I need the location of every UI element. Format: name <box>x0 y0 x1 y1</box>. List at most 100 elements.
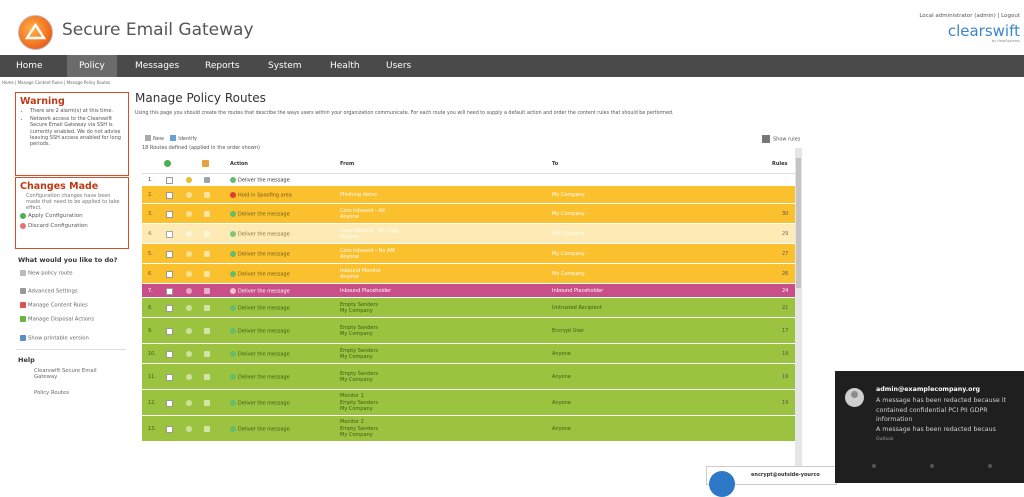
route-action[interactable]: Deliver the message <box>230 211 290 218</box>
new-policy-route-link[interactable]: New policy route <box>20 270 73 277</box>
nav-messages[interactable]: Messages <box>123 55 191 77</box>
route-action[interactable]: Deliver the message <box>230 271 290 278</box>
route-to[interactable]: Inbound Placeholder <box>552 288 603 294</box>
route-to[interactable]: Anyone <box>552 351 571 357</box>
row-checkbox[interactable] <box>166 231 173 238</box>
table-row[interactable]: 12. Deliver the message Monitor 1 Empty Se… <box>142 390 795 416</box>
route-action[interactable]: Deliver the message <box>230 177 290 184</box>
nav-users[interactable]: Users <box>374 55 423 77</box>
show-rules-checkbox[interactable] <box>762 135 770 143</box>
manage-content-rules-link[interactable]: Manage Content Rules <box>20 302 88 309</box>
table-row[interactable]: 13. Deliver the message Monitor 2 Empty Se… <box>142 416 795 442</box>
route-from[interactable]: Empty Senders My Company <box>340 302 378 315</box>
table-row[interactable]: 9. Deliver the message Empty Senders My Co… <box>142 318 795 344</box>
route-action[interactable]: Deliver the message <box>230 426 290 433</box>
row-number: 12. <box>148 400 156 406</box>
route-type-icon <box>204 328 210 334</box>
new-button[interactable]: New <box>145 135 164 142</box>
toast-notification[interactable]: admin@examplecompany.org A message has b… <box>835 371 1024 483</box>
route-from[interactable]: Phishing demo <box>340 192 377 199</box>
route-to[interactable]: Untrusted Recipient <box>552 305 602 311</box>
show-printable-version-link[interactable]: Show printable version <box>20 335 89 342</box>
row-checkbox[interactable] <box>166 305 173 312</box>
table-row[interactable]: 1. Deliver the message <box>142 174 795 186</box>
scrollbar-thumb[interactable] <box>796 158 801 288</box>
route-to[interactable]: My Company <box>552 251 585 257</box>
route-from[interactable]: Monitor 2 Empty Senders My Company <box>340 419 378 439</box>
route-from[interactable]: Core Inbound - All Copy Anyone <box>340 228 399 241</box>
nav-home[interactable]: Home <box>4 55 55 77</box>
route-action[interactable]: Deliver the message <box>230 288 290 295</box>
table-row[interactable]: 2. Hold in Spoofing area Phishing demo My C… <box>142 186 795 204</box>
route-action[interactable]: Deliver the message <box>230 374 290 381</box>
route-from[interactable]: Empty Senders My Company <box>340 325 378 338</box>
table-row[interactable]: 6. Deliver the message Inbound Monitor Any… <box>142 264 795 284</box>
table-row[interactable]: 4. Deliver the message Core Inbound - All … <box>142 224 795 244</box>
route-from[interactable]: Monitor 1 Empty Senders My Company <box>340 393 378 413</box>
row-checkbox[interactable] <box>166 177 173 184</box>
row-checkbox[interactable] <box>166 192 173 199</box>
nav-reports[interactable]: Reports <box>193 55 252 77</box>
show-rules-toggle[interactable]: Show rules <box>762 135 800 143</box>
table-row[interactable]: 5. Deliver the message Core Inbound - No A… <box>142 244 795 264</box>
route-status-icon <box>186 211 192 217</box>
row-checkbox[interactable] <box>166 374 173 381</box>
col-to[interactable]: To <box>552 161 558 167</box>
table-row[interactable]: 3. Deliver the message Core Inbound - All … <box>142 204 795 224</box>
row-checkbox[interactable] <box>166 328 173 335</box>
route-action[interactable]: Deliver the message <box>230 351 290 358</box>
table-scrollbar[interactable] <box>795 148 802 483</box>
row-checkbox[interactable] <box>166 426 173 433</box>
route-action[interactable]: Deliver the message <box>230 231 290 238</box>
table-row[interactable]: 11. Deliver the message Empty Senders My C… <box>142 364 795 390</box>
nav-system[interactable]: System <box>256 55 314 77</box>
table-row[interactable]: 7. Deliver the message Inbound Placeholder… <box>142 284 795 298</box>
nav-health[interactable]: Health <box>318 55 372 77</box>
manage-disposal-actions-link[interactable]: Manage Disposal Actions <box>20 316 94 323</box>
route-action-label: Hold in Spoofing area <box>238 192 292 199</box>
mini-notification[interactable]: encrypt@outside-yourco <box>706 466 837 497</box>
route-to[interactable]: My Company <box>552 231 585 237</box>
breadcrumb[interactable]: Home | Manage Content Rules | Manage Pol… <box>2 80 110 85</box>
route-to[interactable]: Anyone <box>552 426 571 432</box>
col-rules[interactable]: Rules <box>772 161 788 167</box>
col-action[interactable]: Action <box>230 161 248 167</box>
route-action[interactable]: Hold in Spoofing area <box>230 192 292 199</box>
table-row[interactable]: 8. Deliver the message Empty Senders My Co… <box>142 298 795 318</box>
route-from[interactable]: Core Inbound - All Anyone <box>340 208 385 221</box>
row-checkbox[interactable] <box>166 271 173 278</box>
row-checkbox[interactable] <box>166 400 173 407</box>
table-row[interactable]: 10. Deliver the message Empty Senders My C… <box>142 344 795 364</box>
user-logout-line[interactable]: Local administrator (admin) | Logout <box>919 13 1020 19</box>
col-from[interactable]: From <box>340 161 354 167</box>
route-action[interactable]: Deliver the message <box>230 328 290 335</box>
route-to[interactable]: Anyone <box>552 374 571 380</box>
route-from[interactable]: Inbound Monitor Anyone <box>340 268 381 281</box>
row-number: 5. <box>148 251 153 257</box>
help-link-gateway[interactable]: Clearswift Secure Email Gateway <box>34 368 114 380</box>
route-from[interactable]: Empty Senders My Company <box>340 371 378 384</box>
route-to[interactable]: Anyone <box>552 400 571 406</box>
route-action[interactable]: Deliver the message <box>230 400 290 407</box>
advanced-settings-link[interactable]: Advanced Settings <box>20 288 78 295</box>
route-action[interactable]: Deliver the message <box>230 251 290 258</box>
identify-button[interactable]: Identify <box>170 135 197 142</box>
row-checkbox[interactable] <box>166 351 173 358</box>
route-from[interactable]: Core Inbound - No AM Anyone <box>340 248 395 261</box>
route-type-icon <box>204 288 210 294</box>
row-checkbox[interactable] <box>166 211 173 218</box>
route-action[interactable]: Deliver the message <box>230 305 290 312</box>
route-from[interactable]: Empty Senders My Company <box>340 348 378 361</box>
route-rules: 24 <box>782 288 789 294</box>
route-to[interactable]: Encrypt User <box>552 328 584 334</box>
row-checkbox[interactable] <box>166 251 173 258</box>
route-to[interactable]: My Company <box>552 192 585 198</box>
discard-configuration-button[interactable]: Discard Configuration <box>16 221 128 232</box>
route-to[interactable]: My Company <box>552 211 585 217</box>
help-link-policy-routes[interactable]: Policy Routes <box>34 390 69 396</box>
status-header-icon <box>164 160 171 167</box>
route-from[interactable]: Inbound Placeholder <box>340 288 391 295</box>
route-to[interactable]: My Company <box>552 271 585 277</box>
nav-policy[interactable]: Policy <box>67 55 117 77</box>
row-checkbox[interactable] <box>166 288 173 295</box>
